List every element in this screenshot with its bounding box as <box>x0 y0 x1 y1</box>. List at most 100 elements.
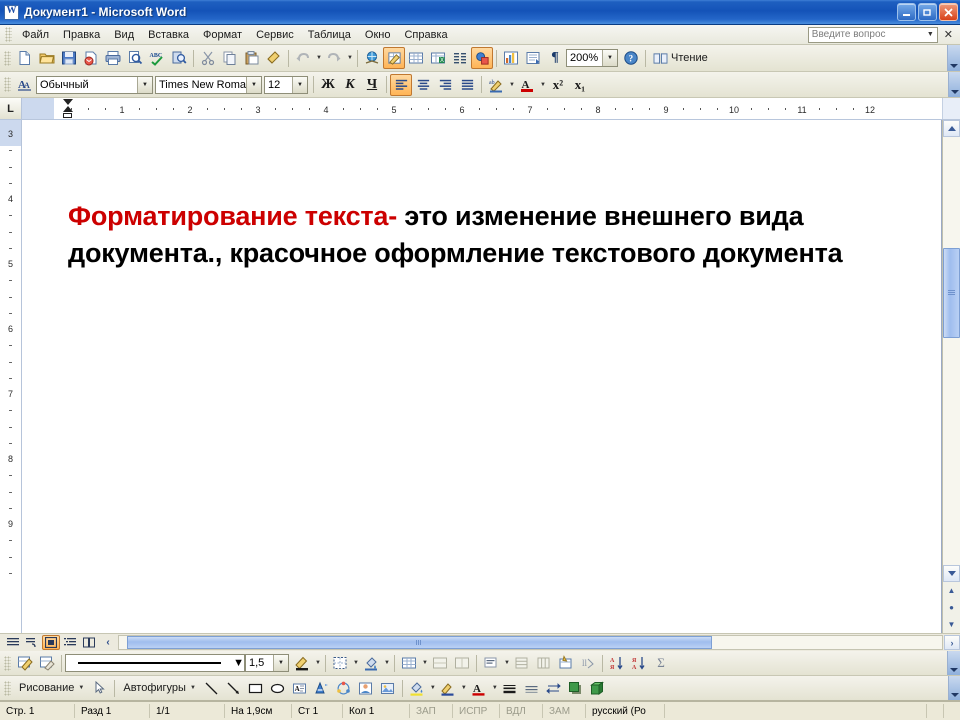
minimize-button[interactable] <box>897 3 916 21</box>
outline-view-icon[interactable] <box>61 635 79 650</box>
web-layout-view-icon[interactable] <box>23 635 41 650</box>
vertical-scrollbar[interactable]: ▲ ● ▼ <box>942 120 960 633</box>
previous-page-button[interactable]: ▲ <box>943 582 960 599</box>
autoshapes-menu-arrow[interactable]: ▼ <box>190 685 196 691</box>
status-extra-box[interactable] <box>943 704 960 718</box>
autosum-icon[interactable]: Σ <box>650 652 672 674</box>
tables-toolbar-grip[interactable] <box>4 655 11 671</box>
font-color-dropdown-arrow[interactable]: ▼ <box>490 677 499 699</box>
3d-style-icon[interactable] <box>587 677 609 699</box>
reading-layout-button[interactable]: Чтение <box>649 50 712 67</box>
select-browse-object-button[interactable]: ● <box>943 599 960 616</box>
ask-a-question-input[interactable]: Введите вопрос ▼ <box>807 26 938 43</box>
menu-grip-handle[interactable] <box>5 27 12 42</box>
quick-print-icon[interactable] <box>124 47 146 69</box>
shading-color-icon[interactable] <box>360 652 382 674</box>
status-extend-selection-indicator[interactable]: ВДЛ <box>500 704 543 718</box>
draw-menu-arrow[interactable]: ▼ <box>78 685 84 691</box>
align-right-icon[interactable] <box>434 74 456 96</box>
menu-item-insert[interactable]: Вставка <box>141 27 196 43</box>
merge-cells-icon[interactable] <box>429 652 451 674</box>
open-folder-icon[interactable] <box>36 47 58 69</box>
scroll-down-button[interactable] <box>943 565 960 582</box>
shadow-style-icon[interactable] <box>565 677 587 699</box>
table-autoformat-icon[interactable] <box>555 652 577 674</box>
highlight-dropdown-arrow[interactable]: ▼ <box>507 74 516 96</box>
borders-dropdown-arrow[interactable]: ▼ <box>351 652 360 674</box>
menu-item-tools[interactable]: Сервис <box>249 27 301 43</box>
style-combo[interactable]: Обычный ▼ <box>36 75 153 94</box>
insert-table-icon[interactable] <box>405 47 427 69</box>
insert-wordart-icon[interactable] <box>311 677 333 699</box>
insert-clip-art-icon[interactable] <box>355 677 377 699</box>
underline-button[interactable]: Ч <box>361 74 383 96</box>
formatting-toolbar-grip[interactable] <box>4 77 11 92</box>
document-text[interactable]: Форматирование текста- это изменение вне… <box>68 198 905 271</box>
dash-style-icon[interactable] <box>521 677 543 699</box>
undo-icon[interactable] <box>292 47 314 69</box>
styles-and-formatting-icon[interactable]: AA <box>14 74 36 96</box>
undo-dropdown-arrow[interactable]: ▼ <box>314 47 323 69</box>
font-size-dropdown-arrow[interactable]: ▼ <box>292 76 307 93</box>
vertical-ruler[interactable]: 3 4 5 6 7 8 9 <box>0 120 22 633</box>
font-color-icon[interactable]: A <box>468 677 490 699</box>
first-line-indent-marker[interactable] <box>63 99 73 105</box>
oval-icon[interactable] <box>267 677 289 699</box>
align-justify-icon[interactable] <box>456 74 478 96</box>
print-layout-view-icon[interactable] <box>42 635 60 650</box>
line-style-dropdown-arrow[interactable]: ▼ <box>233 657 244 669</box>
menu-item-view[interactable]: Вид <box>107 27 141 43</box>
insert-table-icon[interactable] <box>398 652 420 674</box>
tables-toolbar-options-button[interactable] <box>947 651 960 675</box>
line-width-combo[interactable]: 1,5 ▼ <box>245 654 289 672</box>
font-dropdown-arrow[interactable]: ▼ <box>246 76 261 93</box>
redo-dropdown-arrow[interactable]: ▼ <box>345 47 354 69</box>
tab-stop-selector[interactable]: L <box>0 98 22 119</box>
research-icon[interactable] <box>168 47 190 69</box>
normal-view-icon[interactable] <box>4 635 22 650</box>
cut-scissors-icon[interactable] <box>197 47 219 69</box>
redo-icon[interactable] <box>323 47 345 69</box>
border-color-icon[interactable] <box>291 652 313 674</box>
close-button[interactable] <box>939 3 958 21</box>
scroll-right-button[interactable]: › <box>944 635 960 650</box>
sort-ascending-icon[interactable]: AЯ <box>606 652 628 674</box>
distribute-columns-icon[interactable] <box>533 652 555 674</box>
drawing-icon[interactable] <box>471 47 493 69</box>
autoshapes-menu-button[interactable]: Автофигуры ▼ <box>118 682 201 694</box>
distribute-rows-icon[interactable] <box>511 652 533 674</box>
menu-item-help[interactable]: Справка <box>397 27 454 43</box>
zoom-dropdown-arrow[interactable]: ▼ <box>602 50 617 66</box>
left-indent-marker[interactable] <box>63 113 72 118</box>
standard-toolbar-options-button[interactable] <box>947 45 960 71</box>
horizontal-scroll-thumb[interactable] <box>127 636 712 649</box>
reading-layout-view-icon[interactable] <box>80 635 98 650</box>
menu-item-window[interactable]: Окно <box>358 27 398 43</box>
drawing-toolbar-grip[interactable] <box>4 680 11 696</box>
document-page[interactable]: Форматирование текста- это изменение вне… <box>22 120 942 633</box>
print-icon[interactable] <box>102 47 124 69</box>
insert-hyperlink-icon[interactable] <box>361 47 383 69</box>
columns-icon[interactable] <box>449 47 471 69</box>
line-width-dropdown-arrow[interactable]: ▼ <box>273 655 288 671</box>
subscript-button[interactable]: x₁ <box>569 74 591 96</box>
status-overtype-indicator[interactable]: ЗАМ <box>543 704 586 718</box>
paste-icon[interactable] <box>241 47 263 69</box>
status-record-indicator[interactable]: ЗАП <box>410 704 453 718</box>
help-icon[interactable]: ? <box>620 47 642 69</box>
formatting-toolbar-options-button[interactable] <box>948 72 960 97</box>
font-combo[interactable]: Times New Roman ▼ <box>155 75 262 94</box>
sort-descending-icon[interactable]: ЯA <box>628 652 650 674</box>
status-track-changes-indicator[interactable]: ИСПР <box>453 704 500 718</box>
text-box-icon[interactable]: A <box>289 677 311 699</box>
shading-color-dropdown-arrow[interactable]: ▼ <box>382 652 391 674</box>
change-text-direction-icon[interactable]: ll <box>577 652 599 674</box>
draw-menu-button[interactable]: Рисование ▼ <box>14 682 89 694</box>
line-style-icon[interactable] <box>499 677 521 699</box>
vertical-scroll-thumb[interactable] <box>943 248 960 339</box>
spelling-check-icon[interactable]: ABC <box>146 47 168 69</box>
status-language[interactable]: русский (Ро <box>586 704 665 718</box>
restore-button[interactable] <box>918 3 937 21</box>
bold-button[interactable]: Ж <box>317 74 339 96</box>
insert-excel-sheet-icon[interactable]: X <box>427 47 449 69</box>
